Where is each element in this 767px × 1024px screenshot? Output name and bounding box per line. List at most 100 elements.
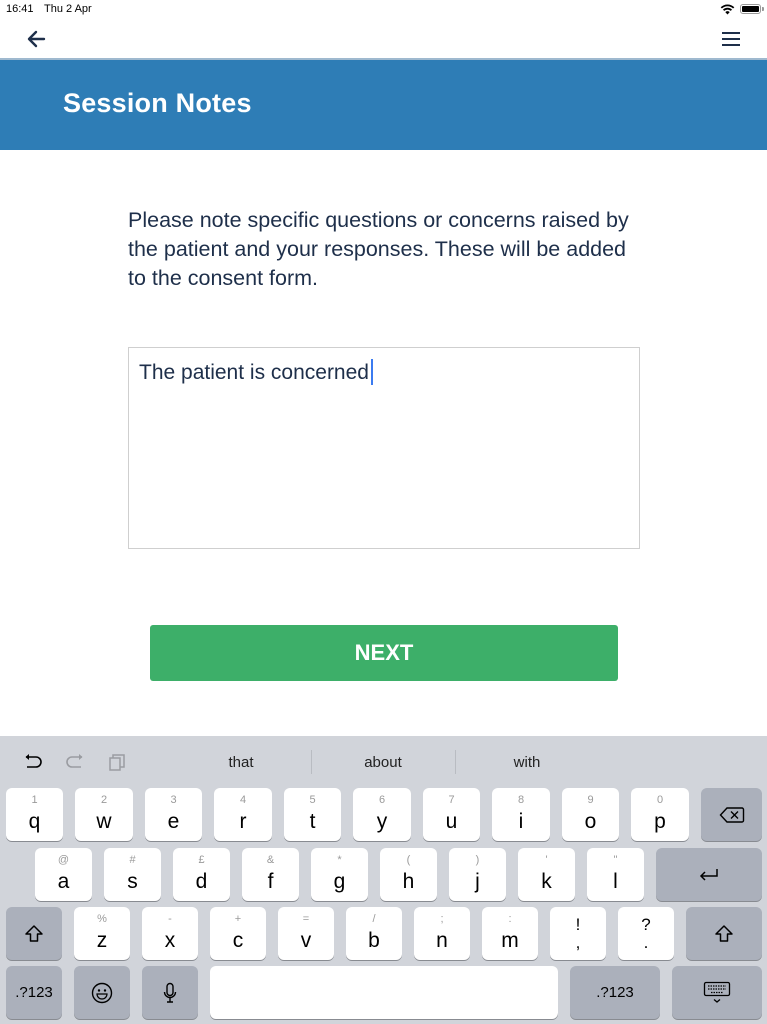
key-alt: * xyxy=(337,854,342,866)
key-r[interactable]: 4r xyxy=(214,788,272,841)
key-t[interactable]: 5t xyxy=(284,788,341,841)
key-char: m xyxy=(501,929,519,952)
dismiss-wrap xyxy=(672,966,762,1019)
key-alt: & xyxy=(266,854,275,866)
key-p[interactable]: 0p xyxy=(631,788,689,841)
next-button[interactable]: NEXT xyxy=(150,625,618,681)
key-alt: ) xyxy=(475,854,480,866)
keyboard-dismiss-icon xyxy=(703,981,731,1003)
key-c[interactable]: + c xyxy=(210,907,266,960)
key-question-period[interactable]: ?. xyxy=(618,907,674,960)
key-w[interactable]: 2w xyxy=(75,788,133,841)
nav-bar xyxy=(0,20,767,58)
key-d[interactable]: £ d xyxy=(173,848,230,901)
key-alt: " xyxy=(613,854,618,866)
key-alt: ' xyxy=(545,854,548,866)
key-alt: 8 xyxy=(517,794,525,806)
key-alt: 9 xyxy=(587,794,594,806)
key-alt: 6 xyxy=(378,794,386,806)
key-char: f xyxy=(267,870,274,893)
suggestion-item[interactable]: with xyxy=(457,754,597,771)
key-char: y xyxy=(376,810,388,833)
key-alt: 5 xyxy=(309,794,316,806)
key-alt: 1 xyxy=(31,794,38,806)
dismiss-keyboard-key[interactable] xyxy=(672,966,762,1019)
key-e[interactable]: 3e xyxy=(145,788,202,841)
return-key[interactable] xyxy=(656,848,762,901)
key-alt: - xyxy=(168,913,172,925)
key-alt: 7 xyxy=(448,794,455,806)
key-b[interactable]: / b xyxy=(346,907,402,960)
suggestion-divider xyxy=(311,750,312,774)
key-char: r xyxy=(239,810,247,833)
key-top-char: ! xyxy=(575,915,581,934)
notes-value: The patient is concerned xyxy=(139,361,369,384)
redo-icon[interactable] xyxy=(64,752,86,772)
space-key[interactable] xyxy=(210,966,558,1019)
key-v[interactable]: = v xyxy=(278,907,334,960)
key-char: s xyxy=(127,870,138,893)
key-q[interactable]: 1q xyxy=(6,788,63,841)
key-k[interactable]: ' k xyxy=(518,848,575,901)
key-u[interactable]: 7u xyxy=(423,788,480,841)
shift-key-left[interactable] xyxy=(6,907,62,960)
key-alt: @ xyxy=(57,854,70,866)
on-screen-keyboard: that about with 1q 2w 3e 4r 5t 6y 7u 8i … xyxy=(0,736,767,1024)
page-header: Session Notes xyxy=(0,58,767,150)
key-s[interactable]: # s xyxy=(104,848,161,901)
numbers-label: .?123 xyxy=(596,984,634,1001)
key-h[interactable]: (h xyxy=(380,848,437,901)
key-m[interactable]: :m xyxy=(482,907,538,960)
shift-icon xyxy=(715,924,733,942)
key-char: l xyxy=(613,870,618,893)
backspace-wrap xyxy=(701,788,762,841)
text-caret xyxy=(370,359,373,385)
arrow-left-icon[interactable] xyxy=(24,26,50,52)
key-bottom-char: . xyxy=(643,933,649,952)
key-l[interactable]: " l xyxy=(587,848,644,901)
key-char: c xyxy=(232,929,244,952)
status-time: 16:41 xyxy=(6,3,34,15)
key-f[interactable]: & f xyxy=(242,848,299,901)
key-top-char: ? xyxy=(641,915,651,934)
return-wrap xyxy=(656,848,762,901)
keyboard-shortcut-bar: that about with xyxy=(0,736,767,788)
key-char: e xyxy=(167,810,180,833)
key-bottom-char: , xyxy=(575,933,581,952)
key-g[interactable]: * g xyxy=(311,848,368,901)
key-alt: 3 xyxy=(170,794,177,806)
undo-icon[interactable] xyxy=(22,752,44,772)
key-z[interactable]: % z xyxy=(74,907,130,960)
emoji-key[interactable] xyxy=(74,966,130,1019)
key-alt: : xyxy=(508,913,512,925)
numbers-key-right[interactable]: .?123 xyxy=(570,966,660,1019)
notes-text-wrap: The patient is concerned xyxy=(139,359,373,385)
key-j[interactable]: ) j xyxy=(449,848,506,901)
key-i[interactable]: 8i xyxy=(492,788,550,841)
key-o[interactable]: 9o xyxy=(562,788,619,841)
key-alt: + xyxy=(234,913,242,925)
key-exclaim-comma[interactable]: !, xyxy=(550,907,606,960)
key-a[interactable]: @ a xyxy=(35,848,92,901)
key-char: b xyxy=(368,929,380,952)
shift-key-right[interactable] xyxy=(686,907,762,960)
key-alt: 0 xyxy=(656,794,664,806)
numbers-key-left[interactable]: .?123 xyxy=(6,966,62,1019)
key-char: g xyxy=(333,870,346,893)
instructions-text: Please note specific questions or concer… xyxy=(128,208,629,290)
key-y[interactable]: 6y xyxy=(353,788,411,841)
key-alt: ; xyxy=(440,913,444,925)
suggestion-item[interactable]: that xyxy=(171,754,311,771)
shift-icon xyxy=(25,924,43,942)
backspace-key[interactable] xyxy=(701,788,762,841)
key-alt: ( xyxy=(406,854,411,866)
paste-icon[interactable] xyxy=(107,752,129,772)
dictation-key[interactable] xyxy=(142,966,198,1019)
key-alt: = xyxy=(302,913,310,925)
hamburger-menu-icon[interactable] xyxy=(720,29,742,49)
key-x[interactable]: -x xyxy=(142,907,198,960)
suggestion-item[interactable]: about xyxy=(313,754,453,771)
key-char: d xyxy=(195,870,208,893)
key-n[interactable]: ; n xyxy=(414,907,470,960)
session-notes-textarea[interactable]: The patient is concerned xyxy=(128,347,640,549)
